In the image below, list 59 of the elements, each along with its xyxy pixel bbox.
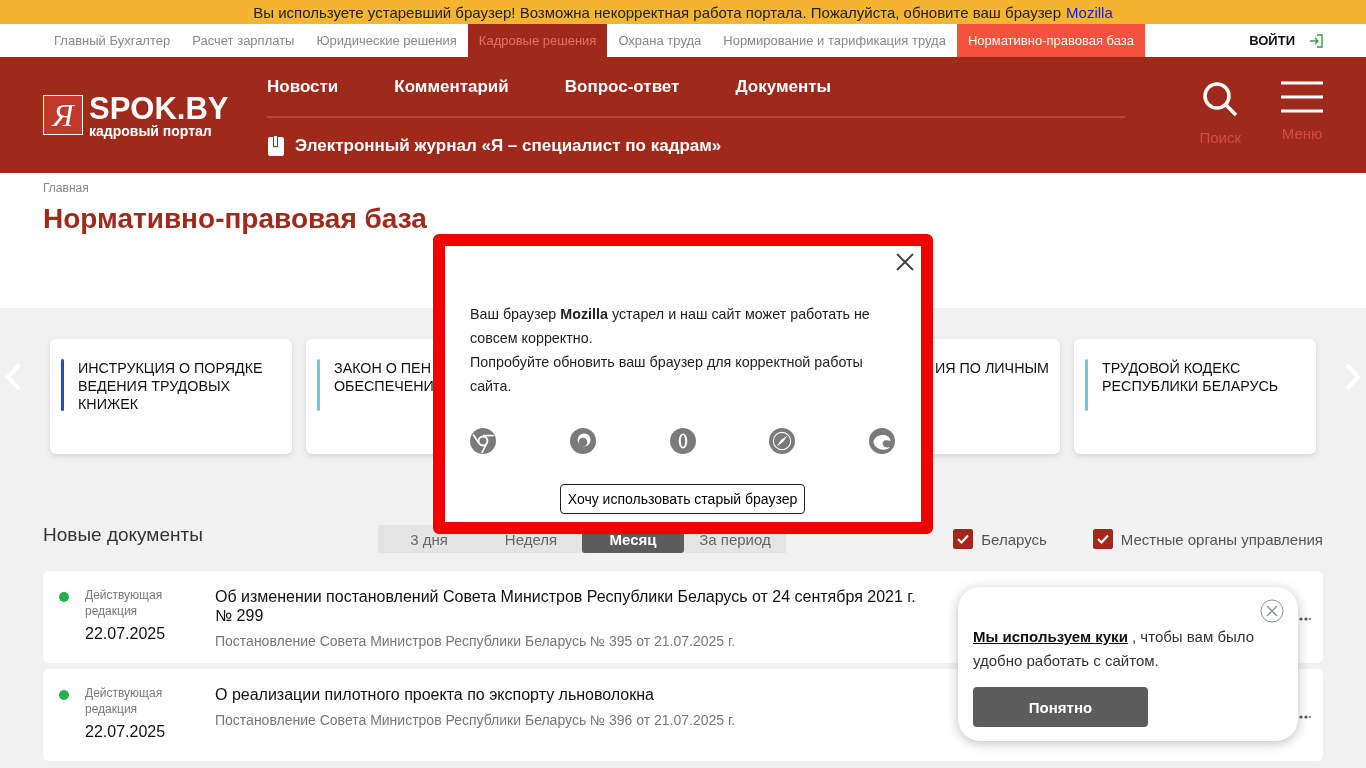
browser-link[interactable]: Mozilla [1066, 3, 1113, 21]
portal-link[interactable]: Нормирование и тарификация труда [712, 24, 957, 57]
cookie-link[interactable]: Мы используем куки [973, 628, 1128, 645]
browser-icon[interactable] [769, 428, 796, 454]
document-source: Постановление Совета Министров Республики Беларусь № 396 от 21.07.2025 г. [215, 712, 737, 728]
portal-link[interactable]: Юридические решения [305, 24, 468, 57]
card-title: ИЯ ПО ЛИЧНЫМ [935, 359, 1050, 377]
main-menu-link[interactable]: Документы [735, 76, 832, 97]
main-menu-link[interactable]: Вопрос-ответ [564, 76, 680, 97]
card-title: ОБЕСПЕЧЕНИ [334, 377, 434, 395]
document-date: 22.07.2025 [85, 625, 167, 643]
browser-icon[interactable] [470, 428, 496, 454]
checkbox-label[interactable]: Местные органы управления [1120, 530, 1323, 548]
document-source: Постановление Совета Министров Республики Беларусь № 395 от 21.07.2025 г. [215, 633, 737, 649]
main-menu-link[interactable]: Комментарий [394, 76, 509, 97]
logo-title: SPOK.BY [89, 92, 229, 124]
portal-link[interactable]: Нормативно-правовая база [956, 24, 1146, 57]
menu-icon[interactable] [1281, 81, 1323, 113]
document-title[interactable]: Об изменении постановлений Совета Министров Республики Беларусь от 24 сентября 2021 г. № 299 [215, 587, 935, 625]
warning-text: Вы используете устаревший браузер! Возможна некорректная работа портала. Пожалуйста, обновите ваш браузер [253, 3, 1062, 21]
journal-link[interactable]: Электронный журнал «Я – специалист по кадрам» [295, 135, 722, 156]
logo-mark: Я [43, 95, 83, 135]
journal-icon [267, 134, 285, 157]
checkbox[interactable] [953, 529, 974, 549]
check-icon [1096, 534, 1109, 544]
document-title[interactable]: О реализации пилотного проекта по экспорту льноволокна [215, 685, 935, 704]
portal-link[interactable]: Охрана труда [607, 24, 713, 57]
search-icon[interactable] [1202, 81, 1239, 117]
old-browser-button[interactable]: Хочу использовать старый браузер [559, 484, 806, 514]
document-card[interactable]: ИНСТРУКЦИЯ О ПОРЯДКЕ ВЕДЕНИЯ ТРУДОВЫХ КНИЖЕК [50, 339, 292, 454]
logo-subtitle: кадровый портал [89, 123, 213, 138]
card-title: ВЕДЕНИЯ ТРУДОВЫХ [78, 377, 232, 395]
more-icon[interactable] [1299, 715, 1311, 719]
checkbox[interactable] [1092, 529, 1113, 549]
check-icon [957, 534, 970, 544]
close-icon[interactable] [895, 252, 915, 272]
main-menu-link[interactable]: Новости [267, 76, 339, 97]
checkbox-label[interactable]: Беларусь [981, 530, 1047, 548]
document-date: 22.07.2025 [85, 723, 167, 741]
browser-icon[interactable] [669, 428, 696, 454]
more-icon[interactable] [1299, 617, 1311, 621]
status-text: Действующая редакция [85, 685, 164, 717]
card-title: КНИЖЕК [78, 395, 139, 413]
card-title: ТРУДОВОЙ КОДЕКС [1102, 359, 1242, 377]
login-link[interactable]: ВОЙТИ [1249, 33, 1295, 48]
status-text: Действующая редакция [85, 587, 164, 619]
section-title: Новые документы [43, 524, 204, 546]
portal-link[interactable]: Главный Бухгалтер [43, 24, 182, 57]
card-title: ИНСТРУКЦИЯ О ПОРЯДКЕ [78, 359, 263, 377]
card-title: ЗАКОН О ПЕН [334, 359, 432, 377]
breadcrumb[interactable]: Главная [43, 181, 1323, 195]
browser-icon[interactable] [569, 428, 596, 454]
portal-link[interactable]: Расчет зарплаты [181, 24, 306, 57]
accept-button[interactable]: Понятно [973, 687, 1148, 727]
browser-icon[interactable] [869, 428, 895, 454]
document-card[interactable]: ТРУДОВОЙ КОДЕКС РЕСПУБЛИКИ БЕЛАРУСЬ [1074, 339, 1316, 454]
login-icon[interactable] [1309, 33, 1323, 48]
card-title: РЕСПУБЛИКИ БЕЛАРУСЬ [1102, 377, 1279, 395]
page-title: Нормативно-правовая база [43, 203, 428, 235]
